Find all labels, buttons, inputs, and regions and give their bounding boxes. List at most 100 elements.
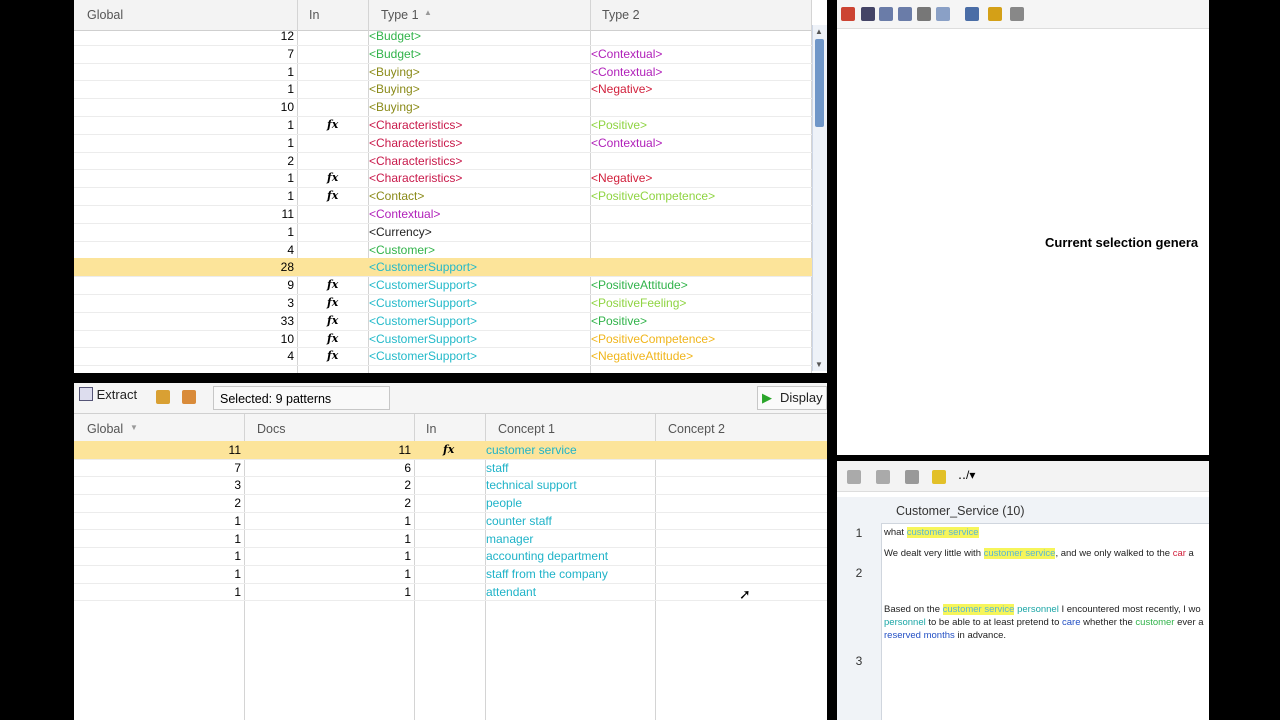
doc-term: personnel <box>884 617 926 628</box>
col-header-global[interactable]: Global <box>87 422 123 436</box>
display-label: Display <box>780 390 823 405</box>
copy-icon[interactable] <box>898 7 912 21</box>
docs-count: 1 <box>404 584 411 599</box>
scroll-up-icon[interactable]: ▲ <box>815 27 823 36</box>
table-row[interactable]: 1 <Currency> <box>74 223 812 242</box>
table-row[interactable]: 10 fx <CustomerSupport> <PositiveCompetence… <box>74 330 812 349</box>
selected-count-label: Selected: 9 patterns <box>220 392 332 406</box>
col-header-concept2[interactable]: Concept 2 <box>668 422 725 436</box>
extract-label: Extract <box>96 387 138 402</box>
display-options-icon[interactable]: ‥/▾ <box>958 468 975 482</box>
global-count: 1 <box>234 549 241 564</box>
global-count: 1 <box>287 224 294 239</box>
table-row[interactable]: 1 1 accounting department <box>74 547 827 566</box>
col-header-in[interactable]: In <box>426 422 436 436</box>
table-row[interactable]: 1 1 counter staff <box>74 512 827 531</box>
table-row[interactable]: 11 <Contextual> <box>74 205 812 224</box>
highlighted-term: customer service <box>983 548 1056 559</box>
col-header-concept1[interactable]: Concept 1 <box>498 422 555 436</box>
fx-icon: fx <box>327 349 339 363</box>
concept1-cell: attendant <box>486 584 537 599</box>
list-icon[interactable] <box>965 7 979 21</box>
table-row[interactable]: 1 <Buying> <Contextual> <box>74 63 812 82</box>
col-header-in[interactable]: In <box>309 8 319 22</box>
col-header-type1[interactable]: Type 1 <box>381 8 419 22</box>
sort-desc-icon: ▼ <box>130 423 138 432</box>
add-pattern-icon[interactable] <box>156 390 170 404</box>
doc-text-3: Based on the customer service personnel … <box>884 603 1204 642</box>
table-row[interactable]: 1 <Buying> <Negative> <box>74 80 812 100</box>
type2-cell: <Positive> <box>591 313 648 328</box>
data-pane: ‥/▾ Customer_Service (10) 1 2 3 what cus… <box>837 461 1209 720</box>
doc-text: , and we only walked to the <box>1055 548 1173 559</box>
category-column-header[interactable]: Customer_Service (10) <box>896 504 1025 518</box>
global-count: 33 <box>280 313 294 328</box>
table-row[interactable]: 1 1 manager <box>74 530 827 549</box>
scroll-down-icon[interactable]: ▼ <box>815 360 823 369</box>
table-row[interactable]: 10 <Buying> <box>74 98 812 117</box>
table-row[interactable]: 7 <Budget> <Contextual> <box>74 45 812 64</box>
category-icon[interactable] <box>879 7 893 21</box>
global-count: 9 <box>287 278 294 293</box>
lock-icon[interactable] <box>988 7 1002 21</box>
highlighted-term: customer service <box>906 527 979 538</box>
fx-icon: fx <box>443 443 455 456</box>
global-count: 11 <box>281 207 294 221</box>
doc-icon[interactable] <box>847 470 861 484</box>
table-row[interactable]: 4 fx <CustomerSupport> <NegativeAttitude> <box>74 347 812 367</box>
mouse-cursor-icon: ➚ <box>739 586 751 602</box>
type1-cell: <Budget> <box>369 29 422 43</box>
table-row[interactable]: 1 fx <Characteristics> <Positive> <box>74 116 812 135</box>
global-count: 4 <box>287 242 294 257</box>
type2-cell: <PositiveCompetence> <box>591 331 716 346</box>
data-pane-header: Customer_Service (10) <box>837 497 1209 524</box>
table-row[interactable]: 3 2 technical support <box>74 476 827 496</box>
table-row[interactable]: 7 6 staff <box>74 459 827 478</box>
table-row[interactable]: 1 <Characteristics> <Contextual> <box>74 134 812 153</box>
concept1-cell: counter staff <box>486 513 552 528</box>
col-header-docs[interactable]: Docs <box>257 422 285 436</box>
doc-term: reserved <box>884 630 921 641</box>
doc-text: in advance. <box>954 630 1006 641</box>
type1-cell: <CustomerSupport> <box>369 313 478 328</box>
table-row[interactable]: 28 <CustomerSupport> <box>74 258 812 278</box>
display-button[interactable]: ▶ Display <box>757 386 827 410</box>
table-row[interactable]: 33 fx <CustomerSupport> <Positive> <box>74 312 812 331</box>
type2-cell: <Contextual> <box>591 64 663 79</box>
type2-cell: <Negative> <box>591 82 653 97</box>
select-icon[interactable] <box>861 7 875 21</box>
table-row[interactable]: 1 fx <Contact> <PositiveCompetence> <box>74 187 812 206</box>
table-row[interactable]: 1 fx <Characteristics> <Negative> <box>74 169 812 189</box>
edit-icon[interactable] <box>841 7 855 21</box>
table-row[interactable]: 11 11 fx customer service <box>74 441 827 460</box>
table-row[interactable]: 2 2 people <box>74 494 827 513</box>
doc-icon[interactable] <box>876 470 890 484</box>
highlighted-term: customer service <box>942 604 1015 615</box>
right-toolbar <box>837 0 1209 29</box>
table-row[interactable]: 3 fx <CustomerSupport> <PositiveFeeling> <box>74 294 812 313</box>
doc-text-1: what customer service <box>884 526 979 539</box>
table-row[interactable]: 2 <Characteristics> <box>74 152 812 171</box>
docs-count: 2 <box>404 478 411 493</box>
highlight-icon[interactable] <box>932 470 946 484</box>
global-count: 1 <box>234 584 241 599</box>
add-to-category-icon[interactable] <box>182 390 196 404</box>
col-header-type2[interactable]: Type 2 <box>602 8 640 22</box>
col-header-global[interactable]: Global <box>87 8 123 22</box>
table-row[interactable]: 4 <Customer> <box>74 241 812 260</box>
table-row[interactable]: 12 <Budget> <box>74 27 812 46</box>
fx-icon: fx <box>327 278 339 292</box>
table-row[interactable]: 9 fx <CustomerSupport> <PositiveAttitude> <box>74 276 812 295</box>
table-row[interactable]: 1 1 attendant <box>74 583 827 602</box>
scrollbar-thumb[interactable] <box>815 39 824 127</box>
layout-icon[interactable] <box>936 7 950 21</box>
book-icon[interactable] <box>905 470 919 484</box>
filter-icon[interactable] <box>1010 7 1024 21</box>
type1-cell: <CustomerSupport> <box>369 278 478 293</box>
table-row[interactable]: 1 1 staff from the company <box>74 565 827 584</box>
doc-text: I encountered most recently, I wo <box>1058 604 1201 615</box>
upper-scrollbar[interactable]: ▲ ▼ <box>812 25 827 371</box>
extract-button[interactable]: Extract <box>79 387 137 407</box>
type1-cell: <Customer> <box>369 242 436 257</box>
print-icon[interactable] <box>917 7 931 21</box>
